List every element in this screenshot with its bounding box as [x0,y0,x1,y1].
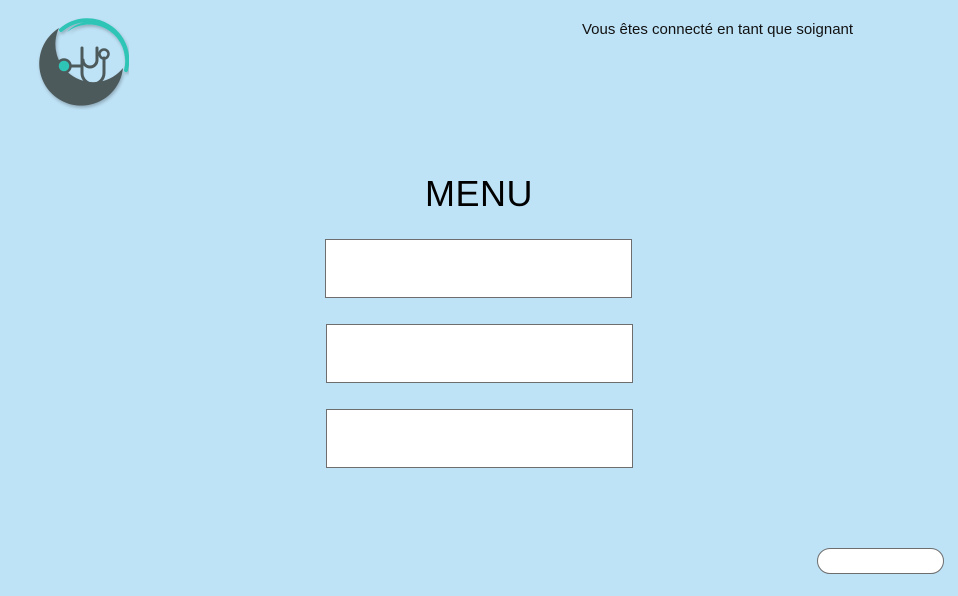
stethoscope-icon [39,18,130,106]
menu-button-3[interactable] [326,409,633,468]
app-logo [37,18,130,110]
menu-button-1[interactable] [325,239,632,298]
footer-action-button[interactable] [817,548,944,574]
login-status-text: Vous êtes connecté en tant que soignant [582,21,854,38]
menu-button-2[interactable] [326,324,633,383]
page-title: MENU [425,173,533,214]
